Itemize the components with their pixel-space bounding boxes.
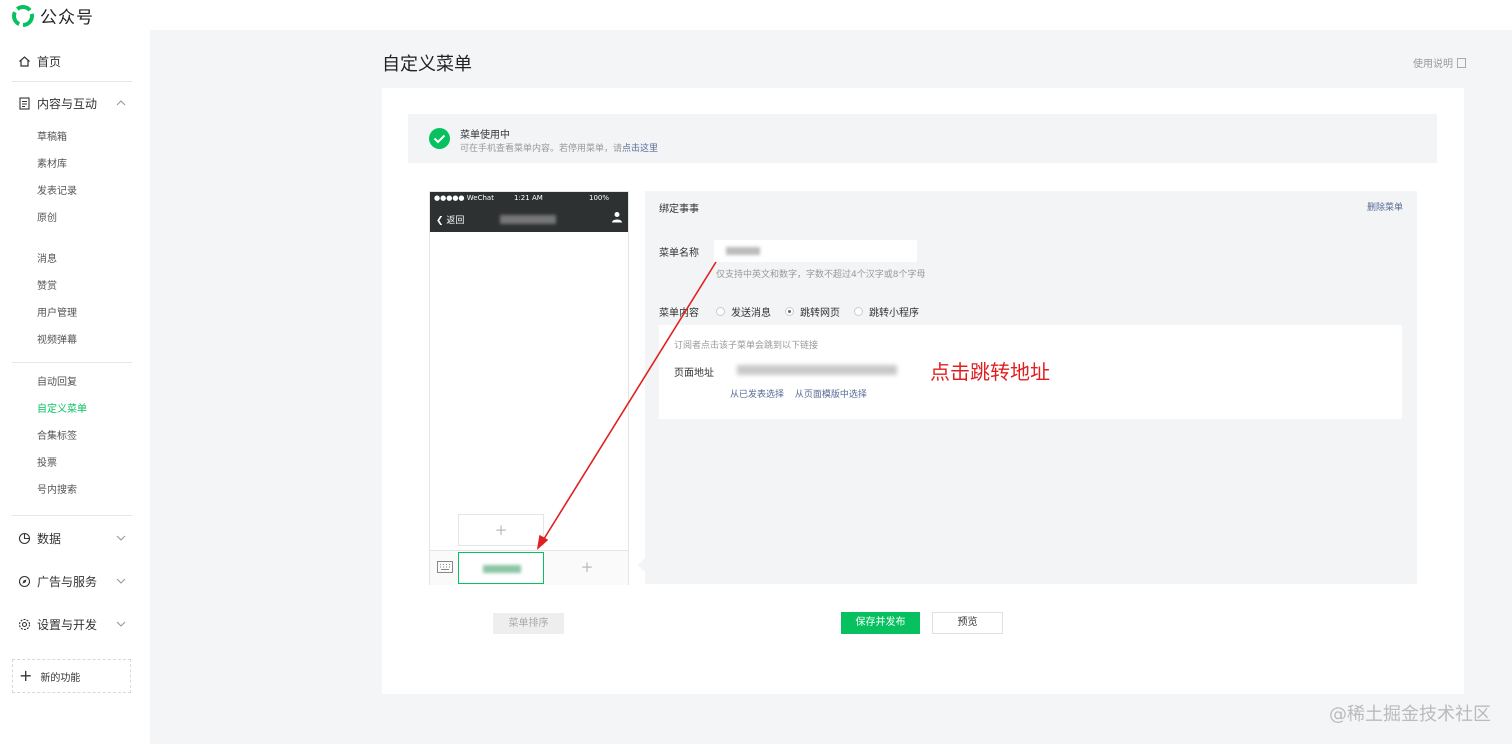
check-circle-icon (429, 128, 450, 149)
chevron-down-icon[interactable] (116, 619, 126, 629)
sidebar-item-search[interactable]: 号内搜索 (37, 484, 77, 498)
menu-name-tip: 仅支持中英文和数字，字数不超过4个汉字或8个字母 (716, 270, 926, 280)
preview-button[interactable]: 预览 (932, 612, 1003, 634)
compass-icon (18, 575, 31, 587)
sidebar-item-original[interactable]: 原创 (37, 212, 57, 226)
sidebar-item-label: 广告与服务 (37, 574, 98, 589)
help-label: 使用说明 (1413, 59, 1453, 70)
url-label: 页面地址 (674, 368, 714, 379)
main-content: 菜单使用中 可在手机查看菜单内容。若停用菜单，请点击这里 ●●●●● WeCha… (382, 88, 1464, 694)
sidebar-item-label: 数据 (37, 531, 62, 546)
new-features-label: 新的功能 (40, 672, 81, 684)
chart-pie-icon (18, 532, 31, 544)
editor-pointer (638, 558, 645, 572)
radio-jump-webpage[interactable] (785, 307, 794, 316)
sidebar-item-publish-records[interactable]: 发表记录 (37, 185, 77, 199)
phone-preview: ●●●●● WeChat 1:21 AM 100% ❮ 返回 + + (429, 191, 629, 585)
home-icon (19, 55, 30, 67)
menu-sort-button[interactable]: 菜单排序 (493, 613, 564, 634)
menu-editor: 绑定事事 删除菜单 菜单名称 仅支持中英文和数字，字数不超过4个汉字或8个字母 … (638, 191, 1417, 584)
add-menu-button[interactable]: + (546, 552, 628, 584)
sidebar-item-rewards[interactable]: 赞赏 (37, 280, 57, 294)
chevron-down-icon[interactable] (116, 576, 126, 586)
url-settings-box: 订阅者点击该子菜单会跳到以下链接 页面地址 点击跳转地址 从已发表选择 从页面模… (659, 325, 1402, 419)
sidebar-item-collection-tags[interactable]: 合集标签 (37, 430, 77, 444)
select-from-published-link[interactable]: 从已发表选择 (730, 390, 784, 400)
doc-icon (1457, 57, 1466, 68)
save-publish-button[interactable]: 保存并发布 (841, 612, 920, 634)
menu-name-blurred (726, 247, 760, 255)
chevron-down-icon[interactable] (116, 533, 126, 543)
radio-label[interactable]: 跳转网页 (800, 304, 840, 319)
document-icon (19, 96, 30, 110)
sidebar-section-settings[interactable]: 设置与开发 (18, 614, 97, 634)
menu-name-label: 菜单名称 (659, 248, 699, 259)
sidebar: 首页 内容与互动 草稿箱 素材库 发表记录 原创 消息 赞赏 用户管理 视频弹幕… (0, 30, 150, 744)
stop-menu-link[interactable]: 点击这里 (622, 144, 658, 154)
url-source-links: 从已发表选择 从页面模版中选择 (730, 387, 875, 400)
editor-title: 绑定事事 (659, 204, 699, 215)
phone-header: ●●●●● WeChat 1:21 AM 100% ❮ 返回 (430, 192, 628, 232)
account-name-blurred (500, 215, 556, 224)
radio-send-message[interactable] (716, 307, 725, 316)
chevron-up-icon[interactable] (116, 98, 126, 108)
add-submenu-button[interactable]: + (458, 514, 544, 546)
sidebar-item-vote[interactable]: 投票 (37, 457, 57, 471)
keyboard-icon[interactable] (437, 561, 453, 573)
help-link[interactable]: 使用说明 (1413, 55, 1466, 70)
divider (12, 362, 132, 363)
url-input-blurred[interactable] (737, 365, 897, 375)
watermark: @稀土掘金技术社区 (1329, 704, 1491, 725)
new-features-button[interactable]: + 新的功能 (12, 659, 131, 693)
phone-back-button: ❮ 返回 (436, 216, 465, 226)
page-title: 自定义菜单 (382, 54, 472, 75)
logo-icon (12, 4, 34, 27)
sidebar-item-custom-menu[interactable]: 自定义菜单 (37, 403, 87, 417)
notice-desc-text: 可在手机查看菜单内容。若停用菜单，请 (460, 144, 623, 154)
radio-label[interactable]: 发送消息 (731, 304, 771, 319)
sidebar-item-video-danmaku[interactable]: 视频弹幕 (37, 334, 77, 348)
select-from-template-link[interactable]: 从页面模版中选择 (795, 390, 867, 400)
sidebar-item-drafts[interactable]: 草稿箱 (37, 131, 67, 145)
sidebar-section-content[interactable]: 内容与互动 (18, 93, 97, 113)
url-annotation: 点击跳转地址 (930, 360, 1050, 384)
top-bar: 公众号 (0, 0, 1512, 30)
logo[interactable]: 公众号 (12, 3, 94, 28)
delete-menu-button[interactable]: 删除菜单 (1367, 200, 1403, 213)
sidebar-section-ads[interactable]: 广告与服务 (18, 571, 97, 591)
menu-name-input[interactable] (714, 240, 917, 262)
sidebar-item-auto-reply[interactable]: 自动回复 (37, 376, 77, 390)
phone-menu-bar: + (430, 550, 628, 585)
app-name: 公众号 (40, 8, 94, 28)
sidebar-section-data[interactable]: 数据 (18, 528, 61, 548)
sidebar-item-messages[interactable]: 消息 (37, 253, 57, 267)
menu-item-selected[interactable] (458, 552, 544, 584)
phone-battery: 100% (589, 194, 610, 202)
sidebar-item-label: 首页 (37, 54, 62, 69)
notice-title: 菜单使用中 (460, 130, 510, 141)
radio-label[interactable]: 跳转小程序 (869, 304, 919, 319)
menu-status-notice: 菜单使用中 可在手机查看菜单内容。若停用菜单，请点击这里 (408, 114, 1437, 163)
user-icon (612, 212, 622, 223)
gear-icon (18, 618, 31, 630)
sidebar-item-materials[interactable]: 素材库 (37, 158, 67, 172)
radio-jump-miniprogram[interactable] (854, 307, 863, 316)
menu-content-radio-group: 发送消息 跳转网页 跳转小程序 (716, 304, 933, 319)
menu-content-label: 菜单内容 (659, 308, 699, 319)
url-hint: 订阅者点击该子菜单会跳到以下链接 (674, 341, 819, 351)
menu-item-name-blurred (483, 565, 521, 573)
sidebar-item-label: 设置与开发 (37, 617, 98, 632)
phone-back-label: 返回 (446, 216, 465, 226)
phone-time: 1:21 AM (514, 194, 543, 202)
notice-desc: 可在手机查看菜单内容。若停用菜单，请点击这里 (460, 141, 658, 154)
sidebar-item-label: 内容与互动 (37, 96, 98, 111)
divider (12, 81, 132, 82)
sidebar-item-users[interactable]: 用户管理 (37, 307, 77, 321)
sidebar-item-home[interactable]: 首页 (18, 51, 61, 71)
phone-carrier: ●●●●● WeChat (434, 194, 494, 202)
divider (12, 515, 132, 516)
plus-icon: + (19, 666, 33, 685)
